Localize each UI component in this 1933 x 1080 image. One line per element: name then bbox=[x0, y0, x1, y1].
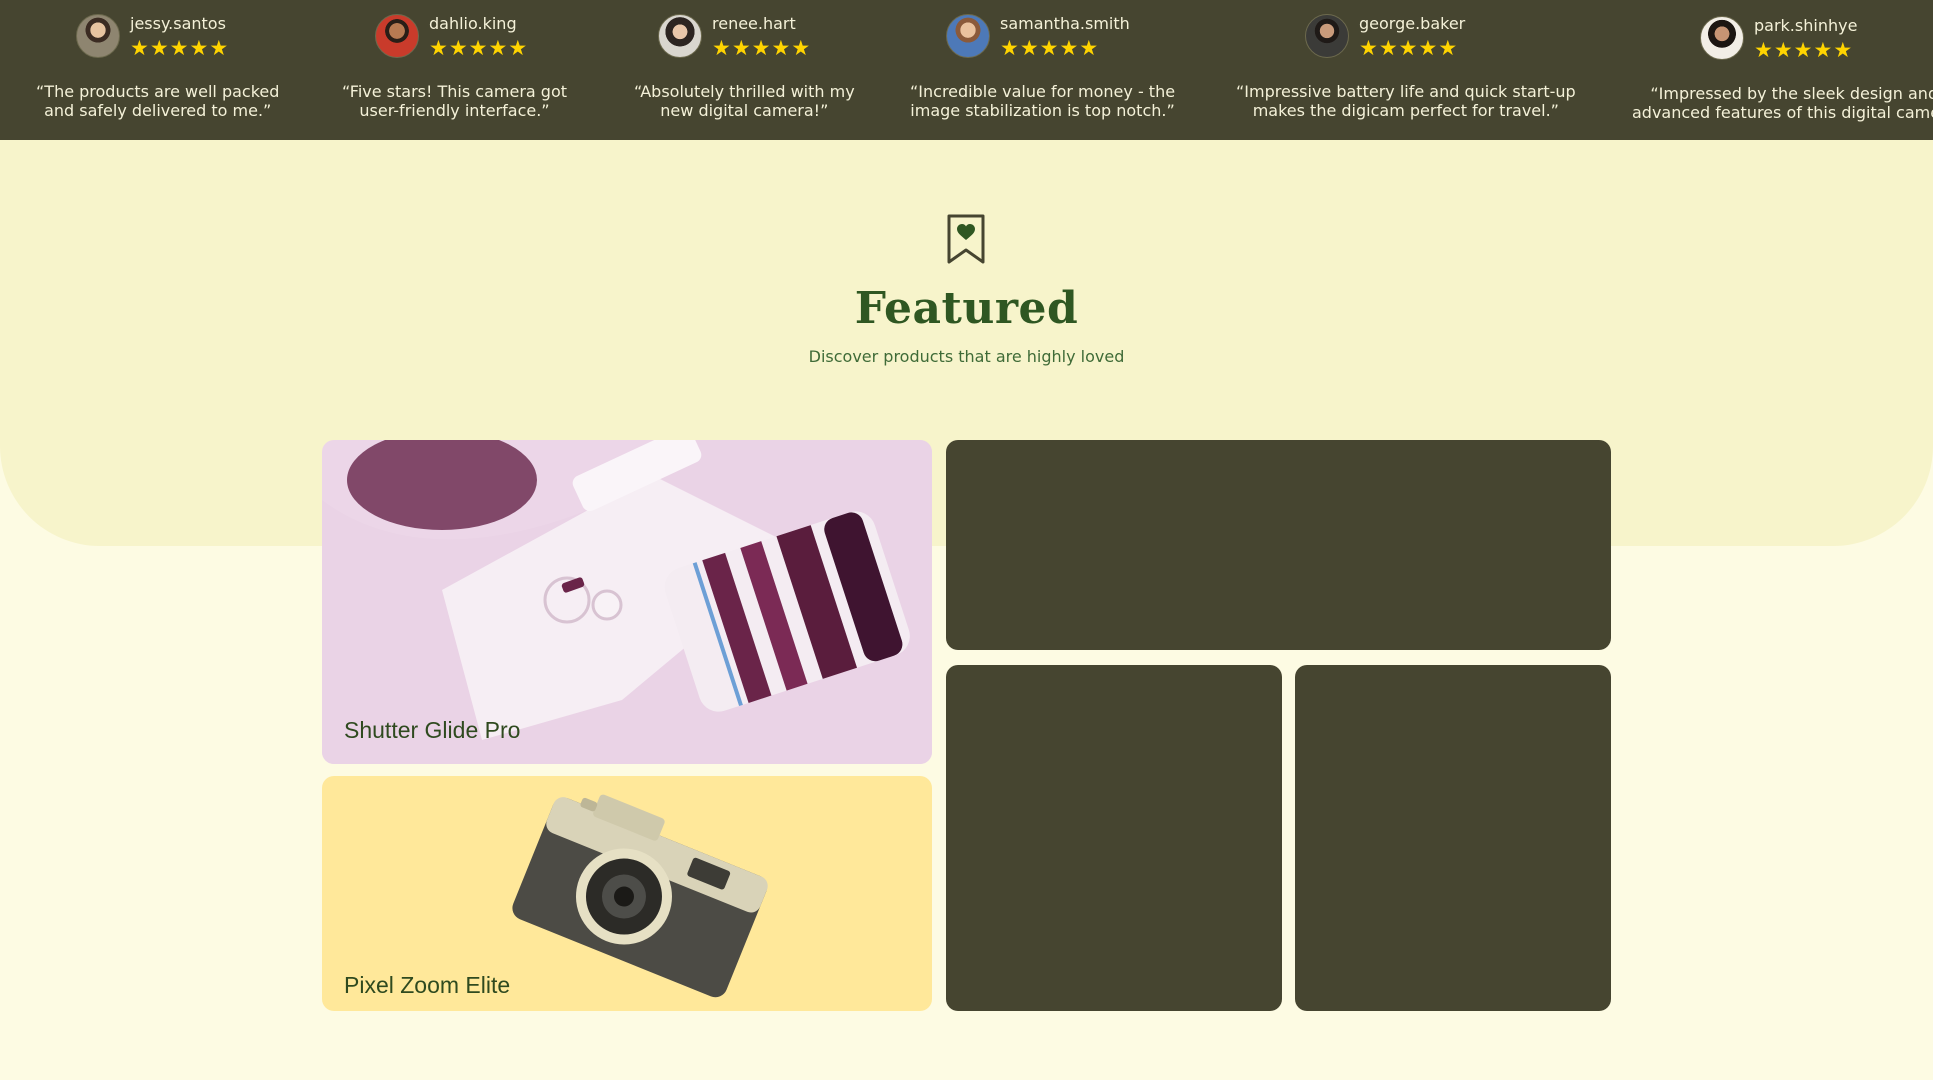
star-icon: ★ bbox=[1833, 38, 1853, 62]
star-icon: ★ bbox=[1793, 38, 1813, 62]
section-title: Featured bbox=[854, 283, 1079, 334]
star-icon: ★ bbox=[488, 36, 508, 60]
star-icon: ★ bbox=[1359, 36, 1378, 60]
avatar bbox=[658, 14, 702, 58]
section-subtitle: Discover products that are highly loved bbox=[808, 347, 1125, 366]
star-icon: ★ bbox=[1773, 38, 1793, 62]
star-icon: ★ bbox=[429, 36, 448, 60]
star-icon: ★ bbox=[1418, 36, 1438, 60]
avatar bbox=[1700, 16, 1744, 60]
review-card: dahlio.king ★ ★ ★ ★ ★ bbox=[375, 14, 528, 59]
review-strip: jessy.santos ★ ★ ★ ★ ★ “The products are wel… bbox=[0, 0, 1933, 140]
star-icon: ★ bbox=[209, 36, 229, 60]
star-icon: ★ bbox=[731, 36, 751, 60]
star-icon: ★ bbox=[1039, 36, 1059, 60]
star-rating: ★ ★ ★ ★ ★ bbox=[1359, 37, 1465, 59]
star-icon: ★ bbox=[1019, 36, 1039, 60]
star-icon: ★ bbox=[169, 36, 189, 60]
avatar bbox=[946, 14, 990, 58]
product-name: Pixel Zoom Elite bbox=[344, 972, 511, 998]
star-icon: ★ bbox=[508, 36, 528, 60]
product-name: Shutter Glide Pro bbox=[344, 717, 521, 743]
review-username: george.baker bbox=[1359, 14, 1466, 33]
product-card-pixel-zoom-elite[interactable]: Pixel Zoom Elite bbox=[322, 776, 932, 1011]
star-icon: ★ bbox=[1398, 36, 1418, 60]
review-username: samantha.smith bbox=[1000, 14, 1130, 33]
review-card: jessy.santos ★ ★ ★ ★ ★ bbox=[76, 14, 229, 59]
review-username: jessy.santos bbox=[130, 14, 226, 33]
review-quote: “The products are well packed and safely … bbox=[36, 82, 280, 120]
star-icon: ★ bbox=[1813, 38, 1833, 62]
star-rating: ★ ★ ★ ★ ★ bbox=[429, 37, 528, 59]
review-quote: “Absolutely thrilled with my new digital … bbox=[634, 82, 855, 120]
star-rating: ★ ★ ★ ★ ★ bbox=[712, 37, 811, 59]
avatar bbox=[1305, 14, 1349, 58]
review-card: renee.hart ★ ★ ★ ★ ★ bbox=[658, 14, 811, 59]
review-quote: “Impressed by the sleek design and advanc… bbox=[1632, 84, 1933, 122]
review-username: park.shinhye bbox=[1754, 16, 1858, 35]
star-icon: ★ bbox=[751, 36, 771, 60]
review-username: renee.hart bbox=[712, 14, 796, 33]
review-quote: “Five stars! This camera got user-friendl… bbox=[342, 82, 568, 120]
review-card: george.baker ★ ★ ★ ★ ★ bbox=[1305, 14, 1465, 59]
star-icon: ★ bbox=[771, 36, 791, 60]
star-icon: ★ bbox=[1059, 36, 1079, 60]
star-icon: ★ bbox=[791, 36, 811, 60]
star-icon: ★ bbox=[448, 36, 468, 60]
review-quote: “Incredible value for money - the image s… bbox=[910, 82, 1176, 120]
review-quote: “Impressive battery life and quick start… bbox=[1236, 82, 1576, 120]
star-icon: ★ bbox=[468, 36, 488, 60]
review-username: dahlio.king bbox=[429, 14, 517, 33]
star-icon: ★ bbox=[1438, 36, 1458, 60]
avatar bbox=[375, 14, 419, 58]
star-icon: ★ bbox=[149, 36, 169, 60]
star-icon: ★ bbox=[1000, 36, 1019, 60]
product-card-placeholder[interactable] bbox=[946, 440, 1611, 650]
star-icon: ★ bbox=[712, 36, 731, 60]
star-rating: ★ ★ ★ ★ ★ bbox=[1000, 37, 1130, 59]
star-icon: ★ bbox=[130, 36, 149, 60]
camera-image bbox=[322, 440, 932, 764]
review-card: park.shinhye ★ ★ ★ ★ ★ bbox=[1700, 16, 1857, 61]
product-card-placeholder[interactable] bbox=[946, 665, 1282, 1011]
avatar bbox=[76, 14, 120, 58]
star-rating: ★ ★ ★ ★ ★ bbox=[130, 37, 229, 59]
star-rating: ★ ★ ★ ★ ★ bbox=[1754, 39, 1857, 61]
star-icon: ★ bbox=[189, 36, 209, 60]
product-card-shutter-glide-pro[interactable]: Shutter Glide Pro bbox=[322, 440, 932, 764]
star-icon: ★ bbox=[1378, 36, 1398, 60]
star-icon: ★ bbox=[1754, 38, 1773, 62]
review-card: samantha.smith ★ ★ ★ ★ ★ bbox=[946, 14, 1130, 59]
star-icon: ★ bbox=[1079, 36, 1099, 60]
bookmark-heart-icon bbox=[947, 214, 985, 264]
product-card-placeholder[interactable] bbox=[1295, 665, 1611, 1011]
